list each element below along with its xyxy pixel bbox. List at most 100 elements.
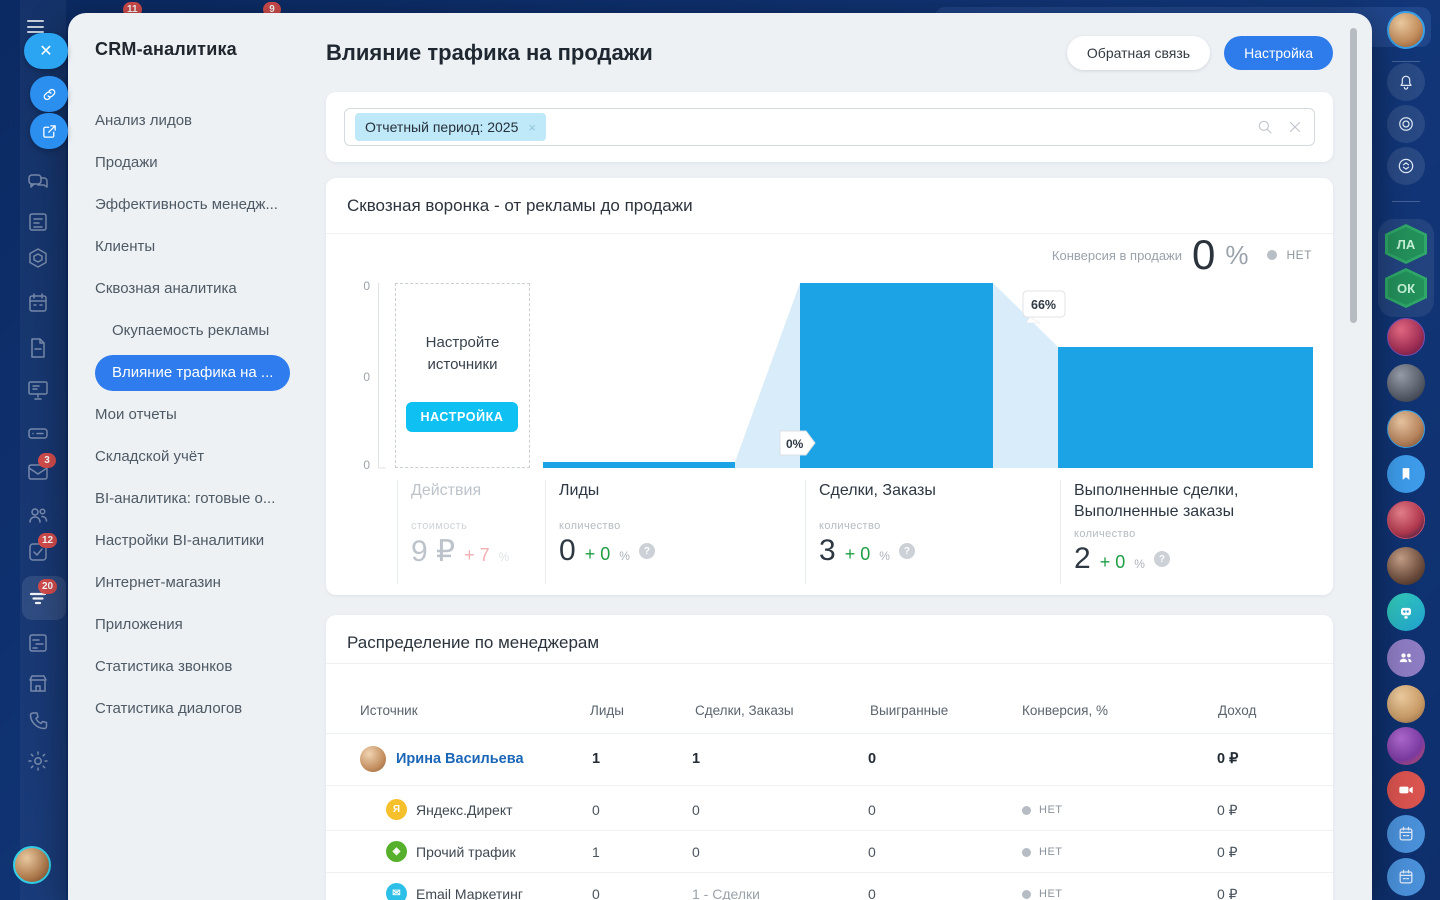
status-dot [1267, 250, 1277, 260]
sidebar-item-clients[interactable]: Клиенты [68, 226, 310, 268]
target-icon [1396, 114, 1416, 134]
calendar-chat-button-2[interactable] [1387, 858, 1425, 896]
telephony-icon[interactable] [26, 709, 50, 733]
sidebar-item-warehouse[interactable]: Складской учёт [68, 436, 310, 478]
contact-avatar[interactable] [1387, 410, 1425, 448]
metric-sublabel: количество [819, 520, 1058, 532]
panel-scrollbar[interactable] [1350, 28, 1357, 323]
user-avatar[interactable] [1387, 11, 1425, 49]
source-label: Прочий трафик [416, 844, 516, 860]
contact-avatar[interactable] [1387, 318, 1425, 356]
company-icon[interactable] [26, 671, 50, 695]
recents-button[interactable] [1387, 105, 1425, 143]
conversion-value: 0 [1192, 234, 1215, 276]
hamburger-menu-icon[interactable] [27, 20, 44, 33]
sidebar-item-sales[interactable]: Продажи [68, 142, 310, 184]
metric-title: Выполненные сделки, [1074, 480, 1320, 501]
sidebar-item-end-to-end[interactable]: Сквозная аналитика [68, 268, 310, 310]
chat-icon[interactable] [26, 170, 50, 194]
presentation-icon[interactable] [26, 378, 50, 402]
bot-avatar[interactable] [1387, 593, 1425, 631]
saved-messages-button[interactable] [1387, 455, 1425, 493]
col-won[interactable]: Выигранные [870, 703, 948, 718]
help-icon[interactable]: ? [899, 543, 915, 559]
video-icon [1396, 780, 1416, 800]
video-call-button[interactable] [1387, 771, 1425, 809]
col-deals[interactable]: Сделки, Заказы [695, 703, 794, 718]
feed-icon[interactable] [26, 210, 50, 234]
col-conversion[interactable]: Конверсия, % [1022, 703, 1108, 718]
transfer-chat-button[interactable] [1387, 147, 1425, 185]
messenger-rail: ЛА ОК [1372, 0, 1440, 900]
help-icon[interactable]: ? [639, 543, 655, 559]
sidebar-item-ad-payback[interactable]: Окупаемость рекламы [68, 310, 310, 352]
filter-tag[interactable]: Отчетный период: 2025 × [355, 113, 546, 141]
col-leads[interactable]: Лиды [590, 703, 624, 718]
cell-won: 0 [868, 844, 876, 860]
col-source[interactable]: Источник [360, 703, 418, 718]
metric-sublabel: количество [1074, 528, 1320, 540]
status-dot [1022, 890, 1031, 899]
copy-link-button[interactable] [30, 76, 68, 112]
calendar-chat-button[interactable] [1387, 815, 1425, 853]
contact-avatar[interactable] [1387, 685, 1425, 723]
notifications-button[interactable] [1387, 63, 1425, 101]
cell-won: 0 [868, 751, 876, 767]
search-icon[interactable] [1256, 118, 1274, 136]
cell-deals: 1 [692, 751, 700, 767]
status-text: НЕТ [1039, 888, 1063, 900]
email-marketing-icon: ✉ [386, 883, 407, 900]
sidebar-item-lead-analysis[interactable]: Анализ лидов [68, 100, 310, 142]
close-panel-button[interactable]: ✕ [24, 33, 68, 69]
open-new-window-button[interactable] [30, 113, 68, 149]
funnel-bar-leads[interactable] [543, 462, 735, 468]
people-icon[interactable] [26, 503, 50, 527]
sidebar-item-bi-ready[interactable]: BI-аналитика: готовые о... [68, 478, 310, 520]
contact-avatar[interactable] [1387, 501, 1425, 539]
managers-table-card: Распределение по менеджерам Источник Лид… [326, 615, 1333, 900]
sidebar-item-traffic-impact[interactable]: Влияние трафика на ... [95, 355, 290, 391]
cell-leads: 0 [592, 886, 600, 900]
funnel-bar-deals[interactable] [800, 283, 993, 468]
sidebar-item-manager-efficiency[interactable]: Эффективность менедж... [68, 184, 310, 226]
col-income[interactable]: Доход [1218, 703, 1256, 718]
manager-name-link[interactable]: Ирина Васильева [396, 751, 524, 767]
configure-button[interactable]: НАСТРОЙКА [406, 402, 518, 432]
cell-deals: 0 [692, 802, 700, 818]
cell-conversion: НЕТ [1022, 888, 1063, 900]
contact-avatar[interactable] [1387, 364, 1425, 402]
filter-input[interactable]: Отчетный период: 2025 × [344, 108, 1315, 146]
main-content: Влияние трафика на продажи Обратная связ… [310, 13, 1372, 900]
current-user-avatar[interactable] [13, 846, 51, 884]
settings-button[interactable]: Настройка [1224, 36, 1333, 70]
gantt-icon[interactable] [26, 631, 50, 655]
users-icon [1396, 648, 1416, 668]
group-chat-button[interactable] [1387, 639, 1425, 677]
sidebar-item-apps[interactable]: Приложения [68, 604, 310, 646]
metric-delta: + 0 [845, 544, 871, 565]
contact-avatar[interactable] [1387, 547, 1425, 585]
filter-card: Отчетный период: 2025 × [326, 92, 1333, 162]
help-icon[interactable]: ? [1154, 551, 1170, 567]
document-icon[interactable] [26, 336, 50, 360]
rail-divider [1392, 201, 1420, 202]
sidebar-item-dialog-stats[interactable]: Статистика диалогов [68, 688, 310, 730]
funnel-bar-done[interactable] [1058, 347, 1313, 468]
divider [326, 872, 1333, 873]
cell-deals: 1 - Сделки [692, 886, 760, 900]
table-section-title: Распределение по менеджерам [347, 633, 599, 653]
feedback-button[interactable]: Обратная связь [1067, 36, 1210, 70]
contact-avatar[interactable] [1387, 727, 1425, 765]
sidebar-item-online-store[interactable]: Интернет-магазин [68, 562, 310, 604]
svg-text:0%: 0% [786, 437, 804, 451]
sidebar-item-bi-settings[interactable]: Настройки BI-аналитики [68, 520, 310, 562]
drive-icon[interactable] [26, 421, 50, 445]
clear-filter-icon[interactable] [1286, 118, 1304, 136]
sidebar-item-call-stats[interactable]: Статистика звонков [68, 646, 310, 688]
sidebar-item-my-reports[interactable]: Мои отчеты [68, 394, 310, 436]
calendar-icon[interactable] [26, 291, 50, 315]
tag-remove-icon[interactable]: × [528, 120, 536, 135]
gear-icon[interactable] [26, 749, 50, 773]
crm-hexagon-icon[interactable] [26, 246, 50, 270]
metric-deals: Сделки, Заказы количество 3 + 0 % ? [805, 480, 1058, 584]
